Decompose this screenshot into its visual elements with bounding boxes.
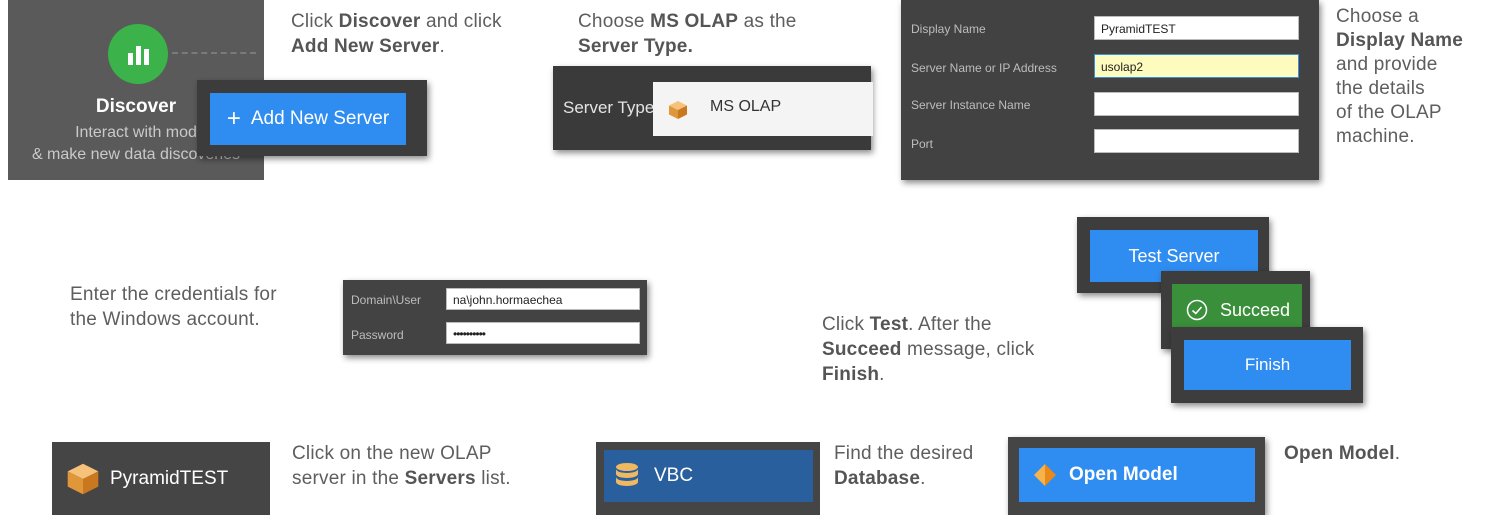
step4-instruction: Enter the credentials for the Windows ac… (70, 284, 277, 330)
step2-instruction: Choose MS OLAP as the Server Type. (578, 11, 797, 57)
step8-instruction: Open Model. (1284, 443, 1401, 464)
succeed-label: Succeed (1220, 299, 1291, 320)
open-model-label: Open Model (1069, 464, 1178, 485)
finish-button[interactable]: Finish (1184, 340, 1351, 390)
open-model-button[interactable]: Open Model (1019, 448, 1255, 502)
domain-user-input[interactable]: na\john.hormaechea (446, 288, 640, 310)
cube-icon (668, 100, 688, 120)
domain-user-label: Domain\User (351, 293, 422, 307)
step1-instruction: Click Discover and click Add New Server. (291, 11, 502, 57)
server-details-form: Display Name PyramidTEST Server Name or … (901, 0, 1319, 180)
server-list-item[interactable]: PyramidTEST (52, 442, 270, 515)
server-type-label: Server Type (563, 98, 655, 117)
database-item-label: VBC (654, 465, 694, 486)
server-list-item-label: PyramidTEST (110, 467, 229, 489)
discover-icon (108, 24, 168, 84)
display-name-input[interactable]: PyramidTEST (1094, 16, 1299, 40)
add-new-server-label: Add New Server (250, 108, 390, 129)
cube-icon (67, 463, 99, 494)
server-instance-input[interactable] (1094, 92, 1299, 116)
model-icon (1034, 464, 1056, 486)
step5-instruction: Click Test. After the Succeed message, c… (822, 314, 1035, 385)
port-label: Port (911, 137, 934, 151)
step6-instruction: Click on the new OLAP server in the Serv… (292, 443, 511, 489)
password-input[interactable]: •••••••••• (446, 322, 640, 344)
display-name-label: Display Name (911, 22, 986, 36)
add-new-server-button[interactable]: + Add New Server (210, 93, 406, 145)
password-label: Password (351, 328, 404, 342)
check-circle-icon (1186, 299, 1208, 321)
server-type-value: MS OLAP (710, 98, 782, 115)
server-name-label: Server Name or IP Address (911, 61, 1057, 75)
server-instance-label: Server Instance Name (911, 98, 1031, 112)
plus-icon: + (226, 105, 241, 132)
step3-instruction: Choose a Display Name and provide the de… (1336, 6, 1464, 147)
step7-instruction: Find the desired Database. (834, 443, 974, 489)
database-list-item[interactable]: VBC (604, 450, 813, 502)
server-name-input[interactable]: usolap2 (1094, 54, 1299, 78)
connector-line (172, 52, 256, 54)
port-input[interactable] (1094, 129, 1299, 153)
credentials-form: Domain\User na\john.hormaechea Password … (343, 280, 647, 355)
database-icon (616, 463, 638, 486)
